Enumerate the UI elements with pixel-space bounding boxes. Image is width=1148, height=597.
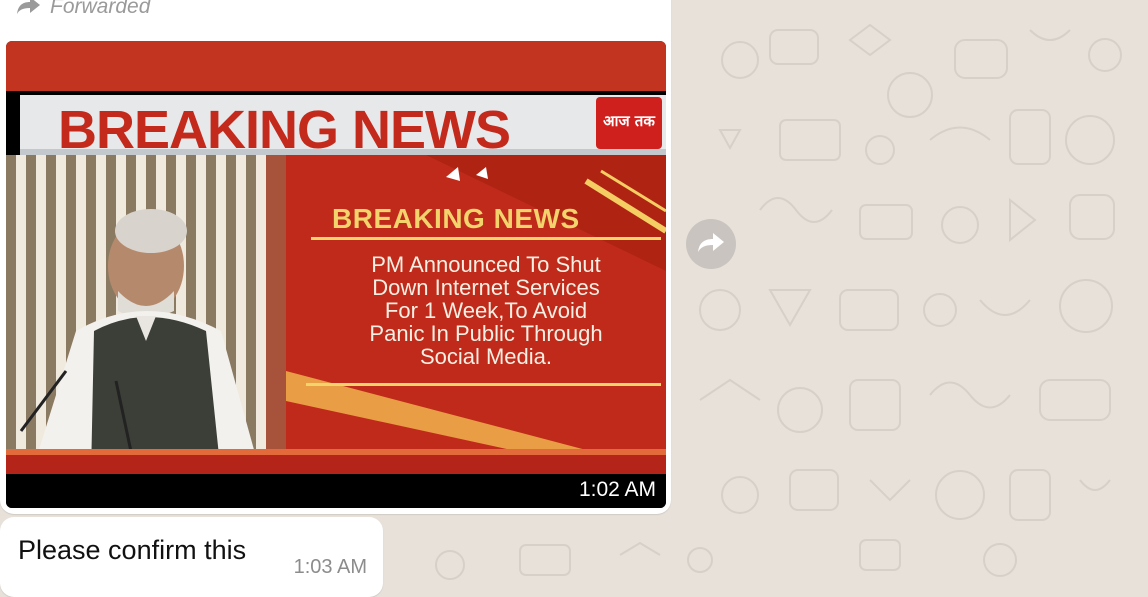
story-line: For 1 Week,To Avoid — [384, 298, 588, 323]
forwarded-label: Forwarded — [50, 0, 151, 18]
channel-logo: आज तक — [603, 112, 655, 130]
story-text: PM Announced To Shut Down Internet Servi… — [306, 253, 666, 368]
forward-arrow-icon — [16, 0, 42, 20]
news-image[interactable]: BREAKING NEWS आज तक BREAKING NEWS PM Ann… — [6, 41, 666, 508]
story-line: Panic In Public Through — [369, 321, 603, 346]
share-forward-button[interactable] — [686, 219, 736, 269]
banner-headline: BREAKING NEWS — [58, 100, 511, 160]
media-footer — [6, 474, 666, 508]
story-line: Down Internet Services — [372, 275, 600, 300]
share-forward-icon — [697, 230, 725, 259]
story-line: Social Media. — [419, 344, 553, 369]
message-text: Please confirm this — [18, 535, 247, 565]
forwarded-indicator: Forwarded — [16, 0, 150, 20]
panel-headline: BREAKING NEWS — [332, 203, 580, 234]
story-line: PM Announced To Shut — [371, 252, 601, 277]
forwarded-message-bubble[interactable]: Forwarded BREAKING NEWS आज तक BREAKING N… — [0, 0, 671, 514]
media-timestamp: 1:02 AM — [578, 478, 656, 501]
message-time: 1:03 AM — [293, 556, 367, 578]
text-message-bubble[interactable]: Please confirm this 1:03 AM — [0, 517, 383, 597]
